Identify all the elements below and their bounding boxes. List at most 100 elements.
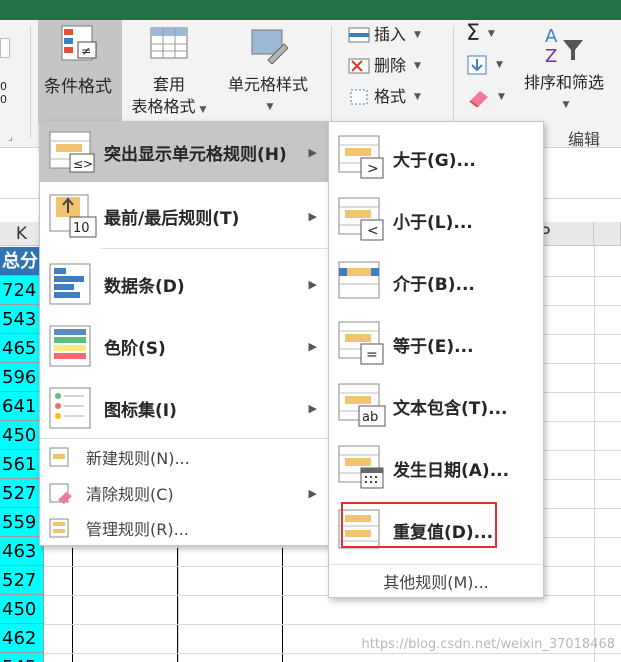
- format-label: 格式: [374, 87, 407, 106]
- menu-item-label: 色阶(S): [104, 338, 166, 359]
- menu-item-label: 等于(E)...: [393, 336, 474, 357]
- menu-item-data-bars[interactable]: 数据条(D) ▶: [40, 254, 329, 314]
- menu-item-top-bottom[interactable]: 10 最前/最后规则(T) ▶: [40, 186, 329, 246]
- menu-item-label: 小于(L)...: [393, 212, 473, 233]
- menu-item-manage-rules[interactable]: 管理规则(R)...: [40, 513, 329, 543]
- conditional-format-menu: ≤> 突出显示单元格规则(H) ▶ 10 最前/最后规则(T) ▶ 数据条(D)…: [39, 121, 330, 546]
- menu-item-label: 最前/最后规则(T): [104, 208, 240, 229]
- sort-filter-icon: A Z: [545, 26, 583, 67]
- title-bar: [0, 0, 621, 20]
- delete-button[interactable]: 删除 ▼: [348, 55, 421, 77]
- insert-label: 插入: [374, 25, 407, 44]
- submenu-arrow-icon: ▶: [308, 401, 317, 415]
- k-cell[interactable]: 462: [0, 624, 44, 653]
- fill-button[interactable]: ▼: [466, 54, 503, 76]
- k-cell[interactable]: 596: [0, 363, 44, 392]
- menu-item-greater-than[interactable]: > 大于(G)...: [329, 128, 543, 188]
- between-icon: [338, 261, 380, 299]
- gridline: [594, 246, 595, 662]
- lt-glyph: <: [367, 223, 379, 239]
- submenu-arrow-icon: ▶: [308, 209, 317, 223]
- menu-item-label: 文本包含(T)...: [393, 398, 508, 419]
- menu-item-color-scales[interactable]: 色阶(S) ▶: [40, 316, 329, 376]
- menu-item-label: 新建规则(N)...: [86, 449, 190, 468]
- insert-button[interactable]: 插入 ▼: [348, 24, 421, 46]
- ab-glyph: ab: [362, 410, 378, 425]
- k-cell[interactable]: 724: [0, 276, 44, 305]
- format-button[interactable]: 格式 ▼: [348, 86, 421, 108]
- cell-styles-button[interactable]: 单元格样式 ▼: [218, 24, 318, 118]
- left-clipped-controls: 0 0: [0, 38, 12, 106]
- k-cell[interactable]: 561: [0, 450, 44, 479]
- submenu-arrow-icon: ▶: [308, 145, 317, 159]
- format-icon: [350, 89, 368, 105]
- svg-text:≠: ≠: [81, 44, 91, 58]
- dialog-launcher-icon[interactable]: ⌟: [8, 132, 13, 143]
- menu-item-between[interactable]: 介于(B)...: [329, 252, 543, 312]
- menu-item-text-contains[interactable]: ab 文本包含(T)...: [329, 376, 543, 436]
- less-than-icon: <: [338, 197, 384, 241]
- highlight-cells-rules-icon: ≤>: [49, 131, 95, 173]
- menu-item-label: 管理规则(R)...: [86, 520, 189, 539]
- clip-char-2: 0: [0, 93, 7, 106]
- top-bottom-badge: 10: [73, 221, 90, 236]
- menu-item-label: 数据条(D): [104, 276, 185, 297]
- icon-sets-icon: [49, 387, 91, 429]
- equal-to-icon: =: [338, 321, 384, 365]
- eq-glyph: =: [366, 347, 378, 363]
- k-cell[interactable]: 450: [0, 421, 44, 450]
- table-format-label-2: 表格格式: [131, 97, 196, 116]
- menu-item-label: 介于(B)...: [393, 274, 475, 295]
- menu-item-icon-sets[interactable]: 图标集(I) ▶: [40, 378, 329, 438]
- svg-text:Z: Z: [545, 46, 557, 67]
- menu-item-more-rules[interactable]: 其他规则(M)...: [329, 566, 543, 596]
- delete-label: 删除: [374, 56, 407, 75]
- submenu-arrow-icon: ▶: [308, 277, 317, 291]
- menu-item-equal-to[interactable]: = 等于(E)...: [329, 314, 543, 374]
- manage-rules-icon: [49, 518, 69, 538]
- column-header-next[interactable]: [594, 222, 621, 246]
- sigma-icon: Σ: [466, 21, 480, 46]
- menu-divider: [329, 564, 543, 565]
- delete-icon: [348, 58, 370, 74]
- format-as-table-button[interactable]: 套用 表格格式 ▼: [124, 24, 214, 121]
- column-header-k[interactable]: K: [0, 222, 44, 246]
- edit-group-label: 编辑: [568, 130, 601, 149]
- table-format-label-1: 套用: [152, 75, 185, 94]
- gt-glyph: >: [367, 161, 379, 177]
- k-header-cell[interactable]: 总分: [0, 247, 44, 276]
- menu-item-label: 突出显示单元格规则(H): [104, 144, 287, 165]
- top-bottom-rules-icon: 10: [49, 194, 97, 238]
- submenu-arrow-icon: ▶: [308, 339, 317, 353]
- menu-item-new-rule[interactable]: 新建规则(N)...: [40, 442, 329, 472]
- sort-filter-button[interactable]: A Z 排序和筛选 ▼: [514, 22, 614, 116]
- menu-item-clear-rules[interactable]: 清除规则(C) ▶: [40, 478, 329, 508]
- k-cell[interactable]: 559: [0, 508, 44, 537]
- menu-item-highlight-cells[interactable]: ≤> 突出显示单元格规则(H) ▶: [40, 122, 329, 182]
- new-rule-icon: [49, 447, 69, 467]
- menu-divider: [100, 248, 328, 249]
- k-cell[interactable]: 450: [0, 595, 44, 624]
- k-cell[interactable]: 641: [0, 392, 44, 421]
- clear-button[interactable]: ▼: [466, 86, 505, 108]
- menu-item-less-than[interactable]: < 小于(L)...: [329, 190, 543, 250]
- submenu-arrow-icon: ▶: [308, 486, 317, 500]
- greater-than-icon: >: [338, 135, 384, 179]
- k-cell[interactable]: 527: [0, 566, 44, 595]
- gridline: [44, 653, 621, 654]
- conditional-format-button[interactable]: ≠ 条件格式: [38, 20, 122, 124]
- cell-styles-icon: [251, 29, 289, 64]
- k-cell[interactable]: 463: [0, 537, 44, 566]
- clear-rules-icon: [49, 483, 72, 504]
- svg-text:A: A: [545, 26, 558, 47]
- k-cell[interactable]: 527: [0, 479, 44, 508]
- menu-item-date-occurring[interactable]: 发生日期(A)...: [329, 438, 543, 498]
- gridline: [44, 624, 621, 625]
- clip-char-1: 0: [0, 80, 7, 93]
- k-cell[interactable]: 543: [0, 305, 44, 334]
- k-cell[interactable]: 545: [0, 653, 44, 662]
- menu-divider: [40, 438, 329, 439]
- k-cell[interactable]: 465: [0, 334, 44, 363]
- autosum-button[interactable]: Σ ▼: [466, 23, 495, 45]
- date-occurring-icon: [338, 445, 384, 489]
